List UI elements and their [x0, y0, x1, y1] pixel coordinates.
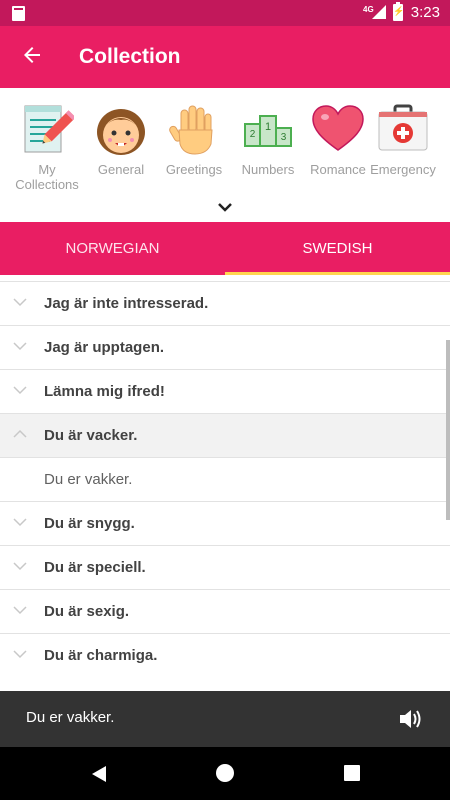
heart-icon: [312, 105, 364, 151]
signal-icon: [372, 5, 386, 19]
system-nav-bar: [0, 747, 450, 800]
category-strip: My Collections General Greetings 1 2 3 N…: [0, 88, 450, 222]
waving-hand-icon: [169, 105, 213, 155]
tab-swedish[interactable]: SWEDISH: [225, 222, 450, 275]
category-greetings[interactable]: Greetings: [158, 102, 230, 177]
chevron-down-icon: [13, 386, 27, 395]
tab-indicator: [225, 272, 450, 275]
category-label: Romance: [310, 162, 366, 177]
phrase-row[interactable]: Jag är inte intresserad.: [0, 281, 450, 325]
category-general[interactable]: General: [85, 102, 157, 177]
category-my-collections[interactable]: My Collections: [11, 102, 83, 192]
phrase-row[interactable]: Du är sexig.: [0, 589, 450, 633]
notepad-icon: [24, 105, 74, 153]
podium-icon: 1 2 3: [244, 115, 292, 147]
page-title: Collection: [79, 45, 181, 68]
chevron-down-icon: [13, 298, 27, 307]
category-label: Greetings: [165, 162, 223, 177]
phrase-text: Du är vacker.: [44, 427, 138, 444]
phrase-text: Lämna mig ifred!: [44, 383, 165, 400]
phrase-translation-row[interactable]: Du er vakker.: [0, 457, 450, 501]
svg-text:2: 2: [250, 129, 256, 140]
chevron-down-icon: [13, 606, 27, 615]
app-bar: Collection: [0, 26, 450, 88]
category-emergency[interactable]: Emergency: [370, 102, 436, 177]
phrase-text: Du är sexig.: [44, 603, 130, 620]
language-tabs: NORWEGIAN SWEDISH: [0, 222, 450, 275]
speaker-icon[interactable]: [398, 708, 422, 730]
chevron-down-icon: [13, 562, 27, 571]
category-label: Numbers: [241, 162, 295, 177]
phrase-text: Du är snygg.: [44, 515, 135, 532]
chevron-down-icon: [13, 518, 27, 527]
phrase-text: Jag är inte intresserad.: [44, 295, 209, 312]
status-bar: 4G 3:23: [0, 0, 450, 26]
svg-text:3: 3: [281, 132, 287, 143]
chevron-down-icon[interactable]: [215, 200, 235, 214]
phrase-text: Jag är upptagen.: [44, 339, 165, 356]
category-romance[interactable]: Romance: [302, 102, 374, 177]
sd-card-icon: [12, 6, 25, 21]
category-numbers[interactable]: 1 2 3 Numbers: [232, 102, 304, 177]
nav-home-icon[interactable]: [216, 764, 234, 782]
player-text: Du er vakker.: [26, 709, 115, 726]
category-label: Emergency: [370, 162, 436, 177]
phrase-translation: Du er vakker.: [44, 471, 133, 488]
svg-text:1: 1: [265, 121, 271, 133]
audio-player-bar: Du er vakker.: [0, 691, 450, 747]
child-face-icon: [97, 109, 145, 155]
phrase-row[interactable]: Du är charmiga.: [0, 633, 450, 677]
nav-back-icon[interactable]: [90, 765, 108, 783]
clock: 3:23: [410, 4, 440, 21]
chevron-down-icon: [13, 342, 27, 351]
phrase-text: Du är speciell.: [44, 559, 146, 576]
phrase-row[interactable]: Du är snygg.: [0, 501, 450, 545]
scrollbar[interactable]: [446, 340, 450, 520]
back-arrow-icon[interactable]: [20, 43, 44, 67]
phrase-row[interactable]: Jag är upptagen.: [0, 325, 450, 369]
battery-charging-icon: [393, 2, 404, 21]
nav-recents-icon[interactable]: [344, 765, 360, 781]
phrase-row[interactable]: Lämna mig ifred!: [0, 369, 450, 413]
chevron-up-icon: [13, 429, 27, 438]
phrase-text: Du är charmiga.: [44, 647, 158, 664]
phrase-row-expanded[interactable]: Du är vacker.: [0, 413, 450, 457]
chevron-down-icon: [13, 650, 27, 659]
phrase-list: Jag är inte intresserad. Jag är upptagen…: [0, 281, 450, 677]
phrase-row[interactable]: Du är speciell.: [0, 545, 450, 589]
category-label: My Collections: [15, 162, 79, 192]
category-label: General: [97, 162, 145, 177]
tab-norwegian[interactable]: NORWEGIAN: [0, 222, 225, 275]
first-aid-kit-icon: [378, 104, 428, 151]
